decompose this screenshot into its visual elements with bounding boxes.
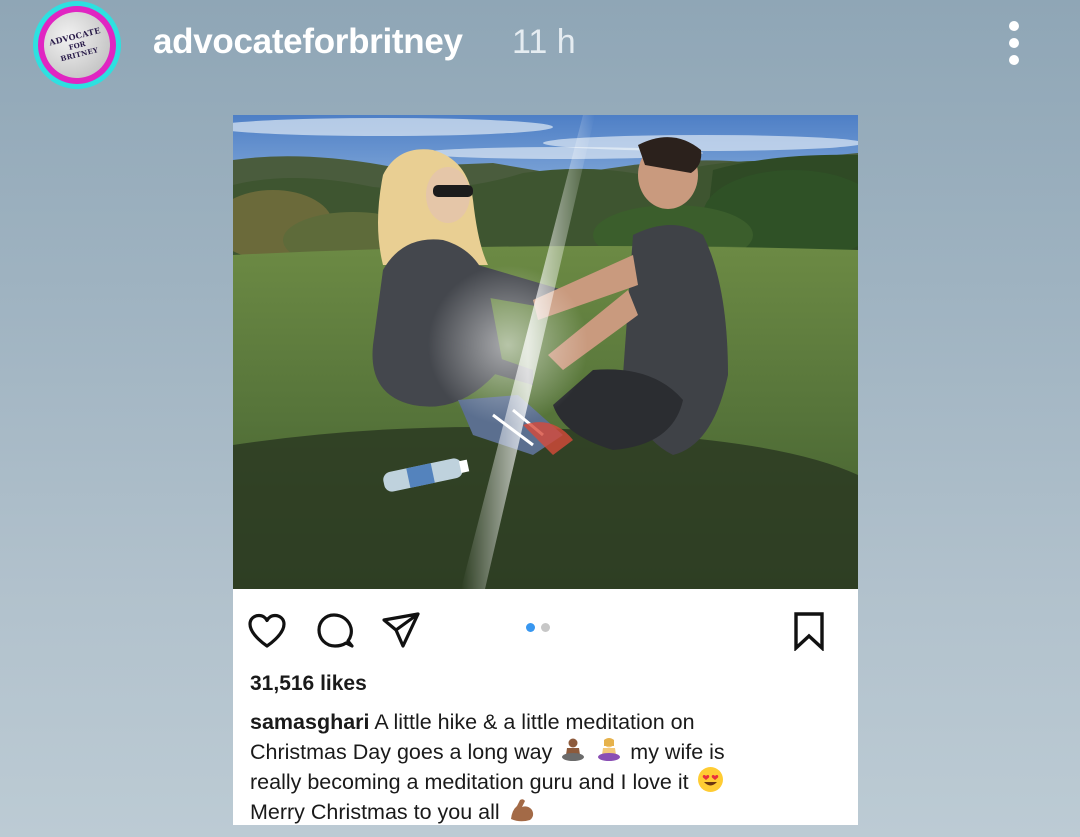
comment-icon[interactable] [315, 611, 355, 651]
post-caption: samasghari A little hike & a little medi… [250, 709, 850, 825]
caption-text: A little hike & a little meditation on [374, 710, 695, 734]
story-username[interactable]: advocateforbritney [153, 22, 463, 62]
caption-text: Christmas Day goes a long way [250, 739, 553, 764]
heart-icon[interactable] [247, 613, 287, 649]
carousel-dot [541, 623, 550, 632]
post-action-bar [233, 589, 858, 669]
carousel-dot-active [526, 623, 535, 632]
post-photo[interactable] [233, 115, 858, 589]
flexed-biceps-emoji [510, 798, 533, 821]
bookmark-icon[interactable] [791, 611, 827, 651]
shared-post-card[interactable]: 31,516 likes samasghari A little hike & … [233, 115, 858, 825]
story-timestamp: 11 h [512, 23, 576, 61]
carousel-indicator [526, 623, 550, 632]
avatar[interactable]: ADVOCATE FOR BRITNEY [33, 1, 121, 89]
vertical-ellipsis-icon [1009, 21, 1019, 31]
likes-count[interactable]: 31,516 likes [250, 672, 367, 696]
caption-text: really becoming a meditation guru and I … [250, 770, 689, 794]
heart-eyes-emoji [697, 767, 723, 792]
more-options-button[interactable] [996, 18, 1032, 68]
avatar-text-line: BRITNEY [59, 45, 99, 64]
caption-text: Merry Christmas to you all [250, 799, 500, 824]
person-meditating-emoji [562, 738, 585, 761]
caption-username[interactable]: samasghari [250, 710, 370, 734]
caption-text: my wife is [630, 739, 725, 764]
avatar-image: ADVOCATE FOR BRITNEY [36, 4, 118, 86]
story-header: ADVOCATE FOR BRITNEY advocateforbritney … [0, 0, 1080, 100]
share-icon[interactable] [381, 611, 421, 649]
woman-meditating-emoji [598, 737, 621, 761]
